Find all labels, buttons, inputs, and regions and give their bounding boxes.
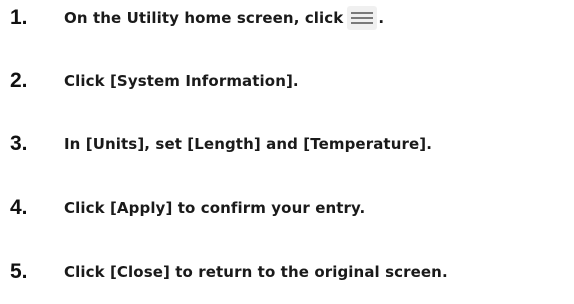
step-2: 2. Click [System Information]. <box>0 66 574 96</box>
hamburger-menu-icon <box>347 6 378 30</box>
step-text: Click [Apply] to confirm your entry. <box>64 199 366 217</box>
step-number: 2. <box>10 69 28 92</box>
step-text: In [Units], set [Length] and [Temperatur… <box>64 135 432 153</box>
step-number: 3. <box>10 132 28 155</box>
step-text: Click [System Information]. <box>64 72 299 90</box>
step-4: 4. Click [Apply] to confirm your entry. <box>0 193 574 223</box>
step-text: Click [Close] to return to the original … <box>64 263 448 281</box>
step-number: 5. <box>10 260 28 283</box>
step-number: 1. <box>10 6 28 29</box>
step-text: On the Utility home screen, click . <box>64 6 384 30</box>
step-number: 4. <box>10 196 28 219</box>
step-text-suffix: . <box>378 9 385 27</box>
step-5: 5. Click [Close] to return to the origin… <box>0 257 574 287</box>
step-text-main: On the Utility home screen, click <box>64 9 344 27</box>
step-1: 1. On the Utility home screen, click . <box>0 3 574 33</box>
instruction-steps: 1. On the Utility home screen, click . 2… <box>0 0 574 304</box>
step-3: 3. In [Units], set [Length] and [Tempera… <box>0 129 574 159</box>
